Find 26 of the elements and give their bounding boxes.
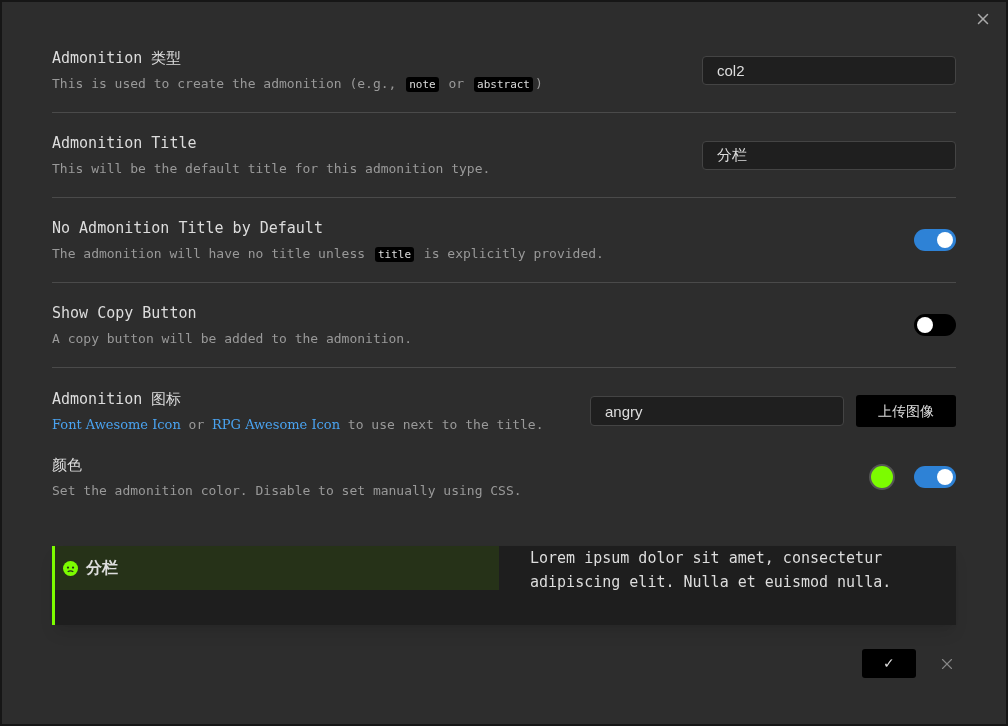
setting-title: 颜色 [52, 455, 83, 476]
setting-description: The admonition will have no title unless title is explicitly provided. [52, 244, 604, 263]
admonition-body: Lorem ipsum dolor sit amet, consectetur adipiscing elit. Nulla et euismod nulla. [529, 548, 893, 593]
upload-image-button[interactable]: 上传图像 [856, 395, 956, 427]
setting-title: Admonition Title [52, 133, 198, 154]
color-swatch[interactable] [869, 464, 895, 490]
confirm-button[interactable]: ✓ [862, 649, 916, 678]
link[interactable]: RPG Awesome Icon [212, 416, 341, 432]
text-field[interactable]: 分栏 [702, 140, 956, 170]
setting-description: This is used to create the admonition (e.g., note or abstract ) [52, 74, 543, 93]
link[interactable]: Font Awesome Icon [52, 416, 181, 432]
toggle-switch[interactable] [914, 314, 956, 336]
setting-description: This will be the default title for this admonition type. [52, 159, 491, 178]
setting-description: Font Awesome Icon or RPG Awesome Icon to use next to the title. [52, 415, 544, 434]
setting-title: No Admonition Title by Default [52, 218, 324, 239]
setting-title: Admonition 图标 [52, 389, 183, 410]
angry-face-icon [63, 560, 78, 576]
setting-title: Admonition 类型 [52, 48, 183, 69]
toggle-switch[interactable] [914, 229, 956, 251]
admonition-title: 分栏 [86, 558, 118, 578]
icon-name-field[interactable]: angry [590, 396, 844, 426]
text-field[interactable]: col2 [702, 55, 956, 85]
setting-description: A copy button will be added to the admonition. [52, 329, 413, 348]
setting-title: Show Copy Button [52, 303, 198, 324]
toggle-switch[interactable] [914, 466, 956, 488]
setting-description: Set the admonition color. Disable to set manually using CSS. [52, 481, 522, 500]
